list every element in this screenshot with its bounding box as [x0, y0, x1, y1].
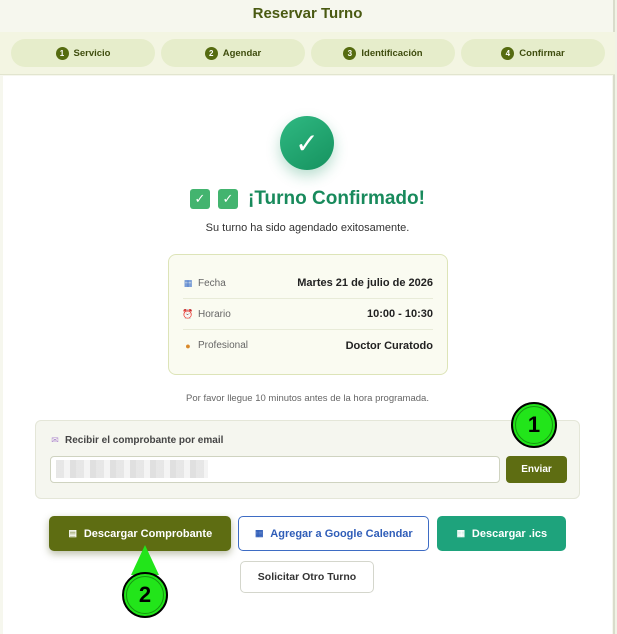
step-identificacion[interactable]: 3 Identificación: [311, 39, 455, 67]
detail-value: 10:00 - 10:30: [366, 308, 433, 320]
step-number: 4: [501, 46, 515, 60]
email-label: ✉ Recibir el comprobante por email: [50, 435, 223, 446]
alarm-clock-icon: ⏰: [182, 308, 194, 319]
appointment-details: ▦ Fecha Martes 21 de julio de 2026 ⏰ Hor…: [168, 254, 448, 375]
confirmation-title: ¡Turno Confirmado!: [248, 188, 425, 209]
arrival-note: Por favor llegue 10 minutos antes de la …: [186, 393, 429, 404]
detail-row-fecha: ▦ Fecha Martes 21 de julio de 2026: [183, 268, 433, 299]
download-receipt-label: Descargar Comprobante: [83, 527, 213, 540]
check-box-icon: ✓: [190, 189, 210, 209]
redacted-email: [56, 460, 208, 478]
person-icon: ●: [185, 340, 191, 351]
annotation-marker-1: 1: [511, 402, 557, 448]
confirmation-heading: ✓ ✓ ¡Turno Confirmado!: [190, 186, 425, 212]
success-check-icon: ✓: [280, 116, 334, 170]
email-label-text: Recibir el comprobante por email: [65, 435, 224, 446]
download-ics-label: Descargar .ics: [471, 527, 548, 540]
detail-label: Horario: [198, 308, 231, 320]
detail-row-profesional: ● Profesional Doctor Curatodo: [183, 330, 433, 361]
download-ics-button[interactable]: ▦ Descargar .ics: [437, 516, 566, 551]
step-agendar[interactable]: 2 Agendar: [161, 39, 305, 67]
detail-row-horario: ⏰ Horario 10:00 - 10:30: [182, 299, 433, 330]
google-calendar-label: Agregar a Google Calendar: [270, 527, 413, 540]
annotation-pointer: [131, 545, 159, 575]
detail-value: Doctor Curatodo: [345, 339, 433, 352]
step-number: 3: [343, 46, 357, 60]
confirmation-subtitle: Su turno ha sido agendado exitosamente.: [205, 222, 410, 234]
page-title: Reservar Turno: [252, 5, 363, 22]
document-icon: ▤: [68, 528, 78, 538]
step-label: Identificación: [361, 47, 423, 59]
step-confirmar[interactable]: 4 Confirmar: [461, 39, 605, 67]
stepper: 1 Servicio 2 Agendar 3 Identificación 4 …: [0, 32, 615, 75]
step-servicio[interactable]: 1 Servicio: [11, 39, 155, 67]
step-number: 1: [55, 46, 69, 60]
calendar-icon: ▦: [183, 277, 193, 288]
request-another-button[interactable]: Solicitar Otro Turno: [240, 561, 374, 593]
detail-label: Fecha: [198, 277, 226, 289]
email-receipt-section: ✉ Recibir el comprobante por email Envia…: [35, 420, 580, 499]
google-calendar-button[interactable]: ▦ Agregar a Google Calendar: [238, 516, 429, 551]
step-label: Agendar: [222, 47, 262, 59]
check-box-icon: ✓: [218, 189, 238, 209]
calendar-icon: ▦: [255, 528, 264, 538]
step-label: Confirmar: [519, 47, 565, 59]
detail-label: Profesional: [198, 340, 249, 351]
app-frame: Reservar Turno 1 Servicio 2 Agendar 3 Id…: [0, 0, 615, 634]
detail-value: Martes 21 de julio de 2026: [297, 277, 433, 289]
step-number: 2: [204, 46, 218, 60]
envelope-icon: ✉: [51, 435, 59, 445]
step-label: Servicio: [73, 47, 111, 59]
annotation-marker-2: 2: [122, 572, 168, 618]
send-button[interactable]: Enviar: [506, 456, 567, 483]
calendar-icon: ▦: [456, 528, 466, 538]
